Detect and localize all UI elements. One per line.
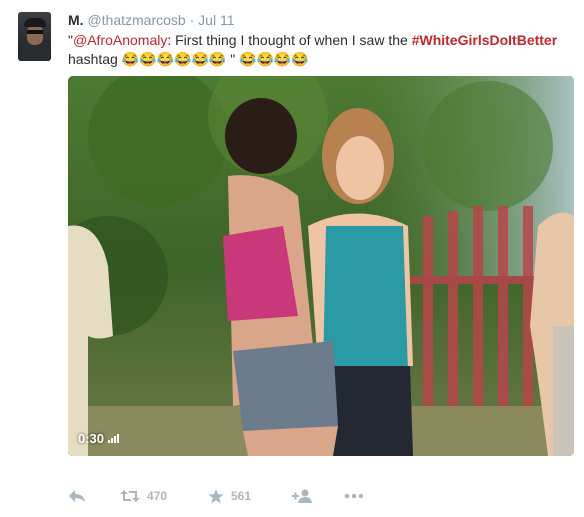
tweet-text-part-2: hashtag [68,51,122,67]
retweet-count: 470 [147,489,168,503]
favorite-count: 561 [231,489,252,503]
closing-quote: " [226,51,240,67]
follow-button[interactable] [292,489,344,503]
retweet-button[interactable]: 470 [120,489,208,503]
tweet-text-part-1: : First thing I thought of when I saw th… [167,32,412,48]
reply-icon [69,490,85,502]
user-screenname[interactable]: @thatzmarcosb [87,12,185,28]
reply-button[interactable] [68,489,120,503]
favorite-button[interactable]: 561 [208,488,292,504]
tweet-header: M. @thatzmarcosb · Jul 11 [68,12,234,28]
header-separator: · [189,12,195,28]
user-fullname[interactable]: M. [68,12,84,28]
video-duration: 0:30 [78,431,120,446]
star-icon [208,488,224,503]
video-player[interactable]: 0:30 [68,76,574,456]
follow-icon [292,489,312,503]
volume-bars-icon [108,434,120,443]
hashtag-link[interactable]: #WhiteGirlsDoItBetter [412,32,557,48]
tweet-text: " @AfroAnomaly: First thing I thought of … [68,31,573,69]
tweet-timestamp[interactable]: Jul 11 [198,12,234,28]
emoji-run-2: 😂😂😂😂 [239,51,309,67]
more-button[interactable] [344,493,364,499]
tweet-actions: 470 561 [68,486,364,506]
avatar[interactable] [18,12,51,61]
retweet-icon [120,490,140,502]
more-icon [344,493,364,499]
mention-link[interactable]: @AfroAnomaly [73,32,167,48]
emoji-run-1: 😂😂😂😂😂😂 [121,51,227,67]
video-thumbnail [68,76,574,456]
tweet: M. @thatzmarcosb · Jul 11 " @AfroAnomaly:… [0,0,584,517]
duration-text: 0:30 [78,431,105,446]
